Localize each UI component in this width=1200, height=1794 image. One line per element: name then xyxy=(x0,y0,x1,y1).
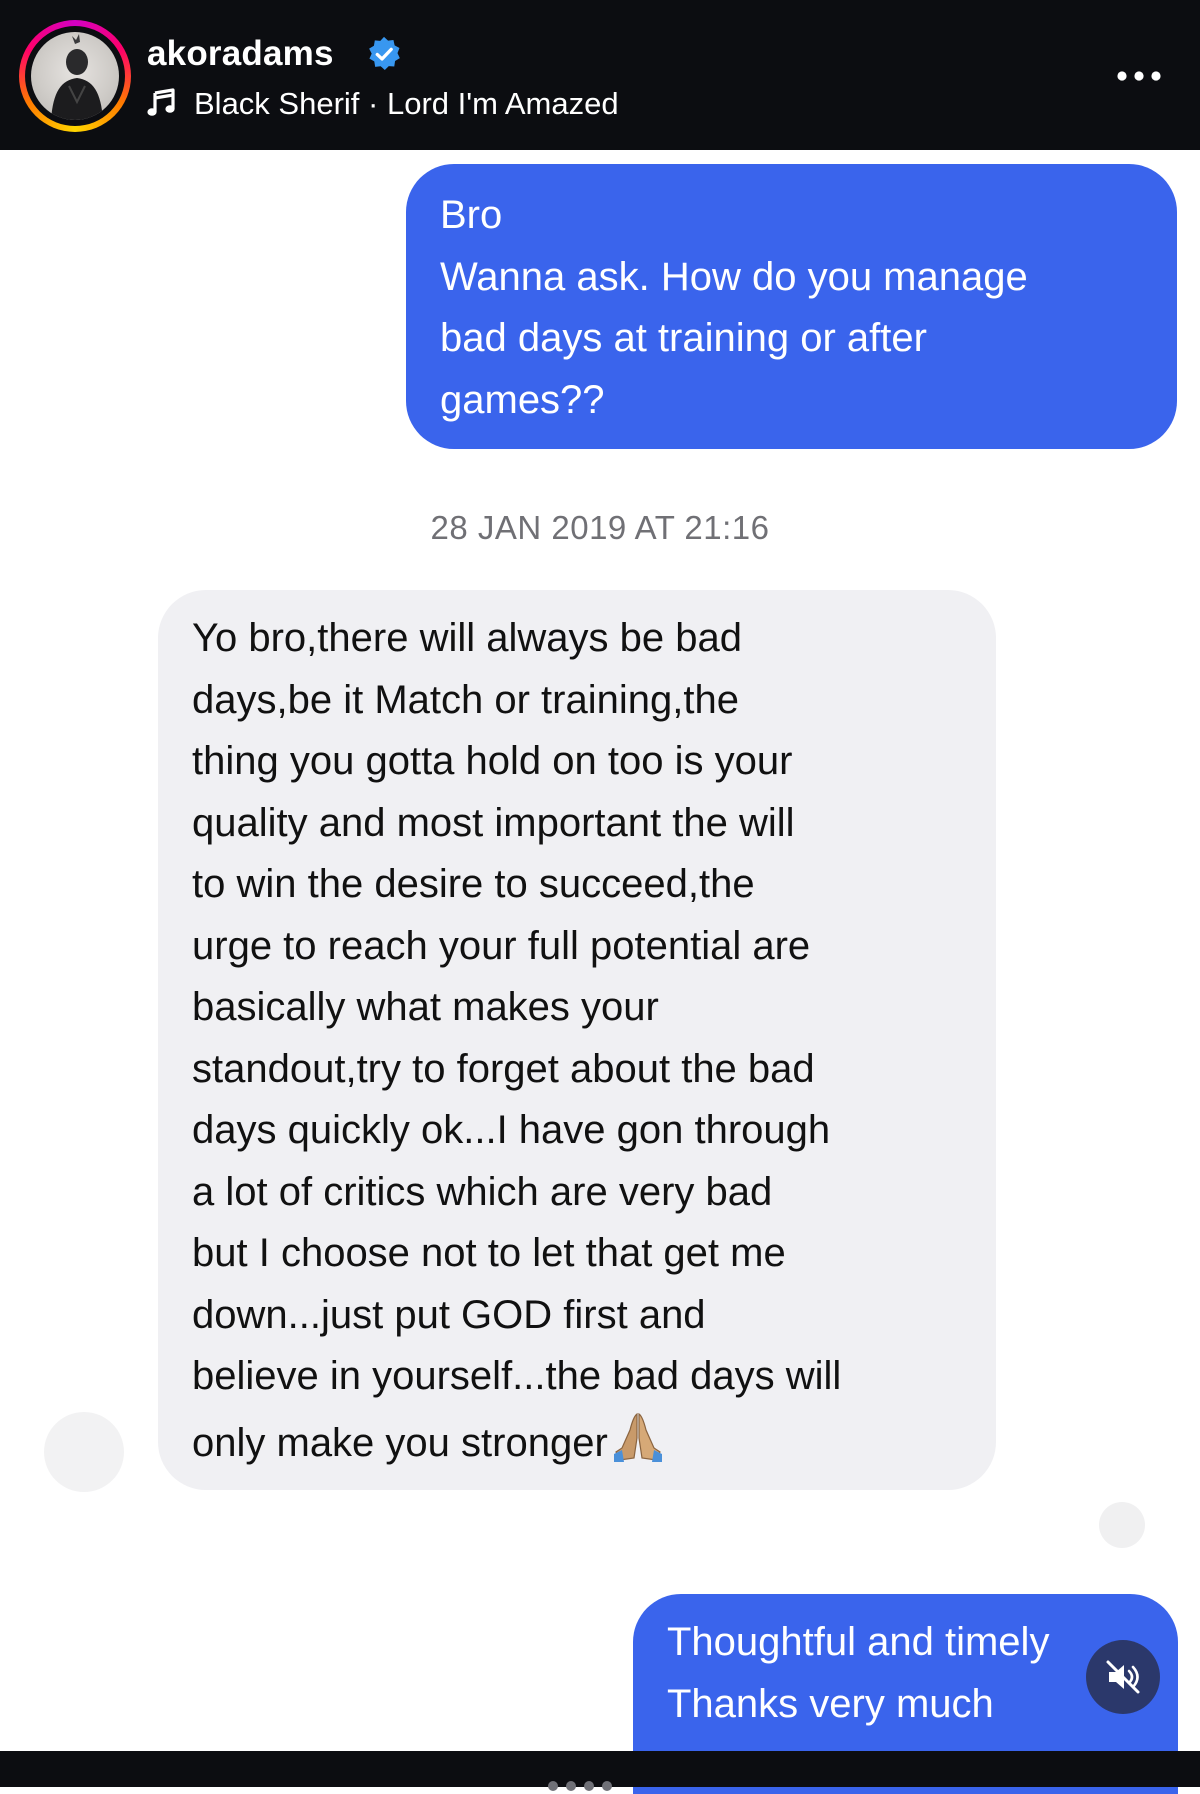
story-header: akoradams Black Sherif · Lord I'm Amazed xyxy=(0,0,1200,150)
folded-hands-icon xyxy=(613,1412,662,1462)
message-line: only make you stronger xyxy=(192,1420,608,1465)
more-options-icon[interactable] xyxy=(1114,66,1164,86)
message-line: bad days at training or after xyxy=(440,316,927,360)
message-line: Thanks very much xyxy=(667,1681,994,1726)
received-message-bubble[interactable]: Yo bro,there will always be bad days,be … xyxy=(158,590,996,1490)
message-line: days quickly ok...I have gon through xyxy=(192,1108,831,1152)
verified-badge-icon xyxy=(369,36,400,71)
page-dot xyxy=(548,1781,558,1791)
profile-avatar-ring[interactable] xyxy=(19,20,131,132)
page-dot xyxy=(602,1781,612,1791)
music-note-icon xyxy=(147,88,175,116)
message-line: urge to reach your full potential are xyxy=(192,923,811,968)
avatar-person-icon xyxy=(51,34,103,120)
message-line: Bro xyxy=(440,193,503,237)
page-indicator xyxy=(548,1781,652,1791)
message-line: basically what makes your xyxy=(192,985,659,1029)
message-text: Bro Wanna ask. How do you manage bad day… xyxy=(440,185,1028,431)
sender-avatar[interactable] xyxy=(44,1412,124,1492)
mute-toggle-button[interactable] xyxy=(1086,1640,1160,1714)
message-line: Wanna ask. How do you manage xyxy=(440,254,1028,299)
speaker-muted-icon xyxy=(1106,1660,1140,1694)
message-timestamp: 28 JAN 2019 AT 21:16 xyxy=(430,509,770,546)
message-line: quality and most important the will xyxy=(192,800,795,845)
message-line-last: only make you stronger xyxy=(192,1408,841,1475)
message-line: down...just put GOD first and xyxy=(192,1292,706,1337)
message-text: Thoughtful and timely Thanks very much xyxy=(667,1612,1147,1735)
username[interactable]: akoradams xyxy=(147,30,334,78)
message-line: days,be it Match or training,the xyxy=(192,677,739,722)
message-line: thing you gotta hold on too is your xyxy=(192,739,793,783)
message-line: standout,try to forget about the bad xyxy=(192,1046,815,1091)
music-track: Lord I'm Amazed xyxy=(386,86,619,121)
message-line: but I choose not to let that get me xyxy=(192,1231,786,1275)
avatar-border xyxy=(25,26,125,126)
page-dot xyxy=(584,1781,594,1791)
page-dot xyxy=(566,1781,576,1791)
music-attribution[interactable]: Black Sherif · Lord I'm Amazed xyxy=(194,83,619,125)
message-line: to win the desire to succeed,the xyxy=(192,862,755,906)
message-line: games?? xyxy=(440,377,605,422)
music-artist: Black Sherif xyxy=(194,86,360,121)
avatar[interactable] xyxy=(31,32,119,120)
message-line: Yo bro,there will always be bad xyxy=(192,616,742,660)
sent-message-bubble[interactable]: Bro Wanna ask. How do you manage bad day… xyxy=(406,164,1177,449)
message-line: a lot of critics which are very bad xyxy=(192,1169,773,1214)
seen-indicator-avatar xyxy=(1099,1502,1145,1548)
message-line: believe in yourself...the bad days will xyxy=(192,1354,842,1398)
music-separator: · xyxy=(359,86,387,121)
message-line: Thoughtful and timely xyxy=(667,1620,1050,1664)
message-text: Yo bro,there will always be bad days,be … xyxy=(192,608,841,1474)
